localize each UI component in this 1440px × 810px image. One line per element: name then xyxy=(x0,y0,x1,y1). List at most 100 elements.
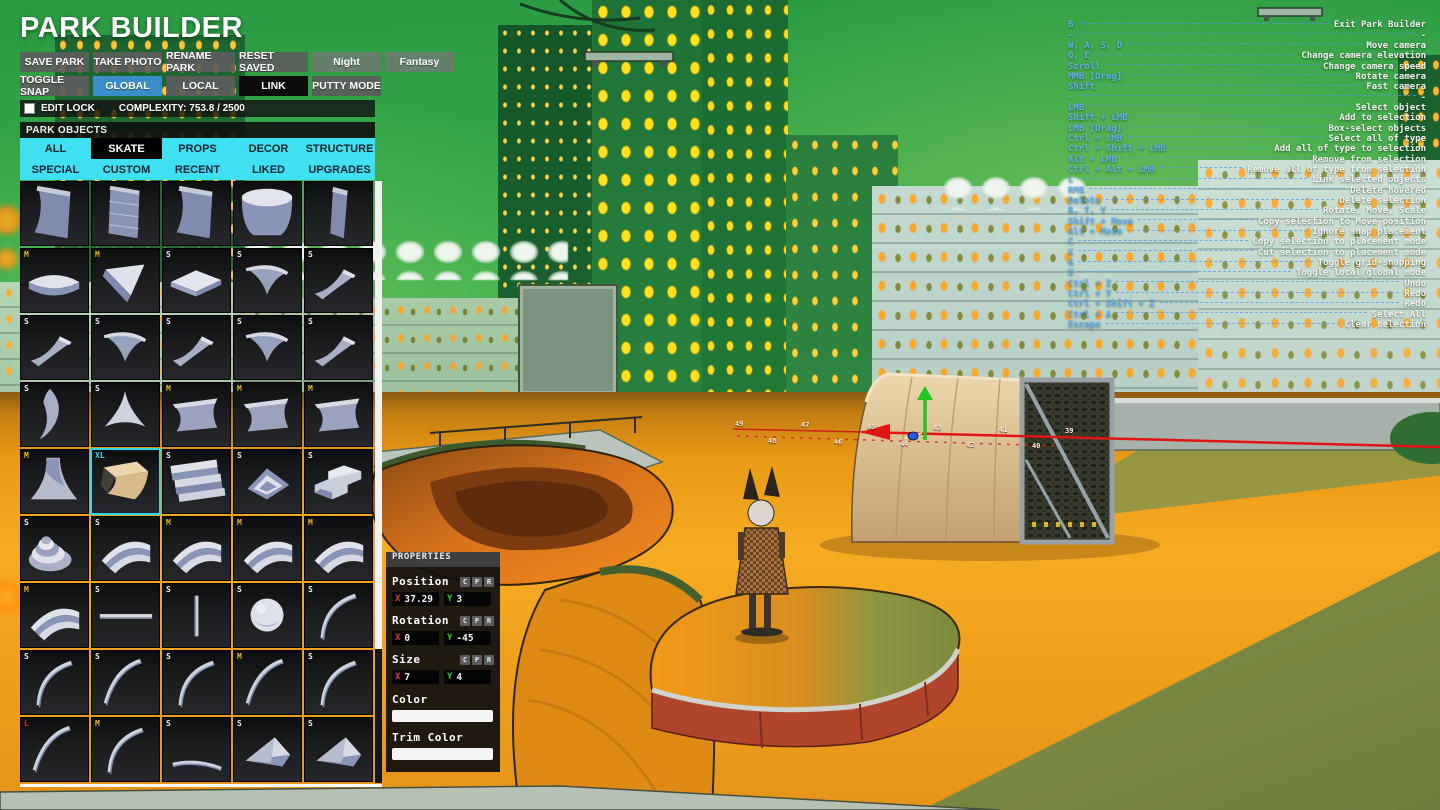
size-badge: M xyxy=(237,518,242,527)
color-swatch[interactable] xyxy=(392,710,493,722)
object-thumbnail-bank[interactable]: S xyxy=(304,315,373,380)
tab-liked[interactable]: LIKED xyxy=(233,159,304,180)
toolbar-button-rename-park[interactable]: RENAME PARK xyxy=(166,52,235,72)
prop-button-r[interactable]: R xyxy=(484,577,494,587)
prop-button-r[interactable]: R xyxy=(484,616,494,626)
tab-props[interactable]: PROPS xyxy=(162,138,233,159)
object-thumbnail-cornerR[interactable]: M xyxy=(20,248,89,313)
size-badge: M xyxy=(308,518,313,527)
object-thumbnail-stairsCor[interactable]: S xyxy=(304,449,373,514)
object-thumbnail-vcurve[interactable]: S xyxy=(20,382,89,447)
object-thumbnail-trans[interactable]: M xyxy=(233,382,302,447)
object-thumbnail-trans[interactable]: M xyxy=(304,382,373,447)
object-thumbnail-arcB[interactable]: S xyxy=(91,650,160,715)
tab-structure[interactable]: STRUCTURE xyxy=(304,138,375,159)
prop-button-c[interactable]: C xyxy=(460,655,470,665)
object-thumbnail-stairsPyr[interactable]: S xyxy=(233,449,302,514)
object-thumbnail-arc[interactable]: S xyxy=(304,650,373,715)
flat-icon xyxy=(163,249,230,312)
help-row: -- xyxy=(1068,30,1426,40)
grid-scrollbar[interactable] xyxy=(375,181,382,783)
object-thumbnail-cornerW[interactable]: M xyxy=(91,248,160,313)
size-x-field[interactable]: X7 xyxy=(392,670,439,684)
property-section-position: PositionCPRX37.29Y3 xyxy=(392,575,494,606)
rotation-y-field[interactable]: Y-45 xyxy=(444,631,491,645)
toolbar-button-global[interactable]: GLOBAL xyxy=(93,76,162,96)
object-thumbnail-flat[interactable]: S xyxy=(162,248,231,313)
object-thumbnail-hook[interactable]: S xyxy=(233,248,302,313)
size-y-field[interactable]: Y4 xyxy=(444,670,491,684)
object-thumbnail-stairsCurv[interactable]: M xyxy=(20,583,89,648)
object-thumbnail-pole[interactable]: S xyxy=(162,583,231,648)
prop-button-p[interactable]: P xyxy=(472,577,482,587)
toolbar-button-night[interactable]: Night xyxy=(312,52,381,72)
help-key: W, A, S, D xyxy=(1068,41,1122,51)
object-thumbnail-arc[interactable]: S xyxy=(304,583,373,648)
object-thumbnail-arc[interactable]: S xyxy=(162,650,231,715)
position-y-value: 3 xyxy=(456,594,462,605)
object-thumbnail-arcB[interactable]: M xyxy=(233,650,302,715)
object-thumbnail-bank[interactable]: S xyxy=(162,315,231,380)
position-y-field[interactable]: Y3 xyxy=(444,592,491,606)
prop-button-r[interactable]: R xyxy=(484,655,494,665)
object-thumbnail-bank[interactable]: S xyxy=(20,315,89,380)
object-thumbnail-trans[interactable]: M xyxy=(162,382,231,447)
prop-button-p[interactable]: P xyxy=(472,655,482,665)
prop-button-p[interactable]: P xyxy=(472,616,482,626)
object-thumbnail-spiralSt[interactable]: S xyxy=(20,516,89,581)
object-thumbnail-wedge3d[interactable]: S xyxy=(304,717,373,782)
object-thumbnail-hook[interactable]: S xyxy=(233,315,302,380)
toolbar-button-local[interactable]: LOCAL xyxy=(166,76,235,96)
toolbar-button-take-photo[interactable]: TAKE PHOTO xyxy=(93,52,162,72)
prop-button-c[interactable]: C xyxy=(460,577,470,587)
trim-color-swatch[interactable] xyxy=(392,748,493,760)
gizmo-tick-label: 40 xyxy=(1032,442,1040,450)
toolbar-button-save-park[interactable]: SAVE PARK xyxy=(20,52,89,72)
object-thumbnail-woodramp[interactable]: XL xyxy=(91,449,160,514)
object-thumbnail-stairs[interactable]: S xyxy=(162,449,231,514)
object-thumbnail-stairsCurv[interactable]: M xyxy=(162,516,231,581)
object-thumbnail-wedge3d[interactable]: S xyxy=(233,717,302,782)
object-thumbnail-hook[interactable]: S xyxy=(91,315,160,380)
toolbar-button-putty-mode[interactable]: PUTTY MODE xyxy=(312,76,381,96)
spiralSt-icon xyxy=(21,517,88,580)
object-thumbnail-walln[interactable] xyxy=(304,181,373,246)
help-key: Ctrl + Shift + Z xyxy=(1068,299,1155,309)
object-thumbnail-wall[interactable] xyxy=(20,181,89,246)
object-thumbnail-arc[interactable]: M xyxy=(91,717,160,782)
tab-skate[interactable]: SKATE xyxy=(91,138,162,159)
object-thumbnail-wall[interactable] xyxy=(162,181,231,246)
gizmo-tick-label: 43 xyxy=(933,424,941,432)
tab-custom[interactable]: CUSTOM xyxy=(91,159,162,180)
object-thumbnail-railH[interactable]: S xyxy=(91,583,160,648)
object-thumbnail-sphere[interactable]: S xyxy=(233,583,302,648)
object-thumbnail-stairsCurv[interactable]: S xyxy=(91,516,160,581)
toolbar-button-link[interactable]: LINK xyxy=(239,76,308,96)
tab-upgrades[interactable]: UPGRADES xyxy=(304,159,375,180)
edit-lock-checkbox[interactable] xyxy=(24,103,35,114)
object-thumbnail-stairsCurv[interactable]: M xyxy=(233,516,302,581)
help-key: RMB xyxy=(1068,186,1084,196)
toolbar-button-toggle-snap[interactable]: TOGGLE SNAP xyxy=(20,76,89,96)
tab-special[interactable]: SPECIAL xyxy=(20,159,91,180)
object-thumbnail-bank[interactable]: S xyxy=(304,248,373,313)
object-thumbnail-bowlc[interactable] xyxy=(233,181,302,246)
toolbar-button-reset-saved[interactable]: RESET SAVED xyxy=(239,52,308,72)
tab-recent[interactable]: RECENT xyxy=(162,159,233,180)
object-thumbnail-stairsCurv[interactable]: M xyxy=(304,516,373,581)
object-thumbnail-arc[interactable]: S xyxy=(20,650,89,715)
prop-button-c[interactable]: C xyxy=(460,616,470,626)
object-thumbnail-starc[interactable]: S xyxy=(91,382,160,447)
tab-decor[interactable]: DECOR xyxy=(233,138,304,159)
rotation-x-field[interactable]: X0 xyxy=(392,631,439,645)
position-x-field[interactable]: X37.29 xyxy=(392,592,439,606)
toolbar-button-fantasy[interactable]: Fantasy xyxy=(385,52,454,72)
tab-all[interactable]: ALL xyxy=(20,138,91,159)
help-leader xyxy=(1078,95,1415,96)
object-thumbnail-wallr[interactable] xyxy=(91,181,160,246)
help-leader xyxy=(1127,126,1323,127)
object-thumbnail-flare[interactable]: M xyxy=(20,449,89,514)
object-thumbnail-arcLow[interactable]: S xyxy=(162,717,231,782)
object-thumbnail-arcB[interactable]: L xyxy=(20,717,89,782)
grid-scrollbar-thumb[interactable] xyxy=(375,181,382,649)
